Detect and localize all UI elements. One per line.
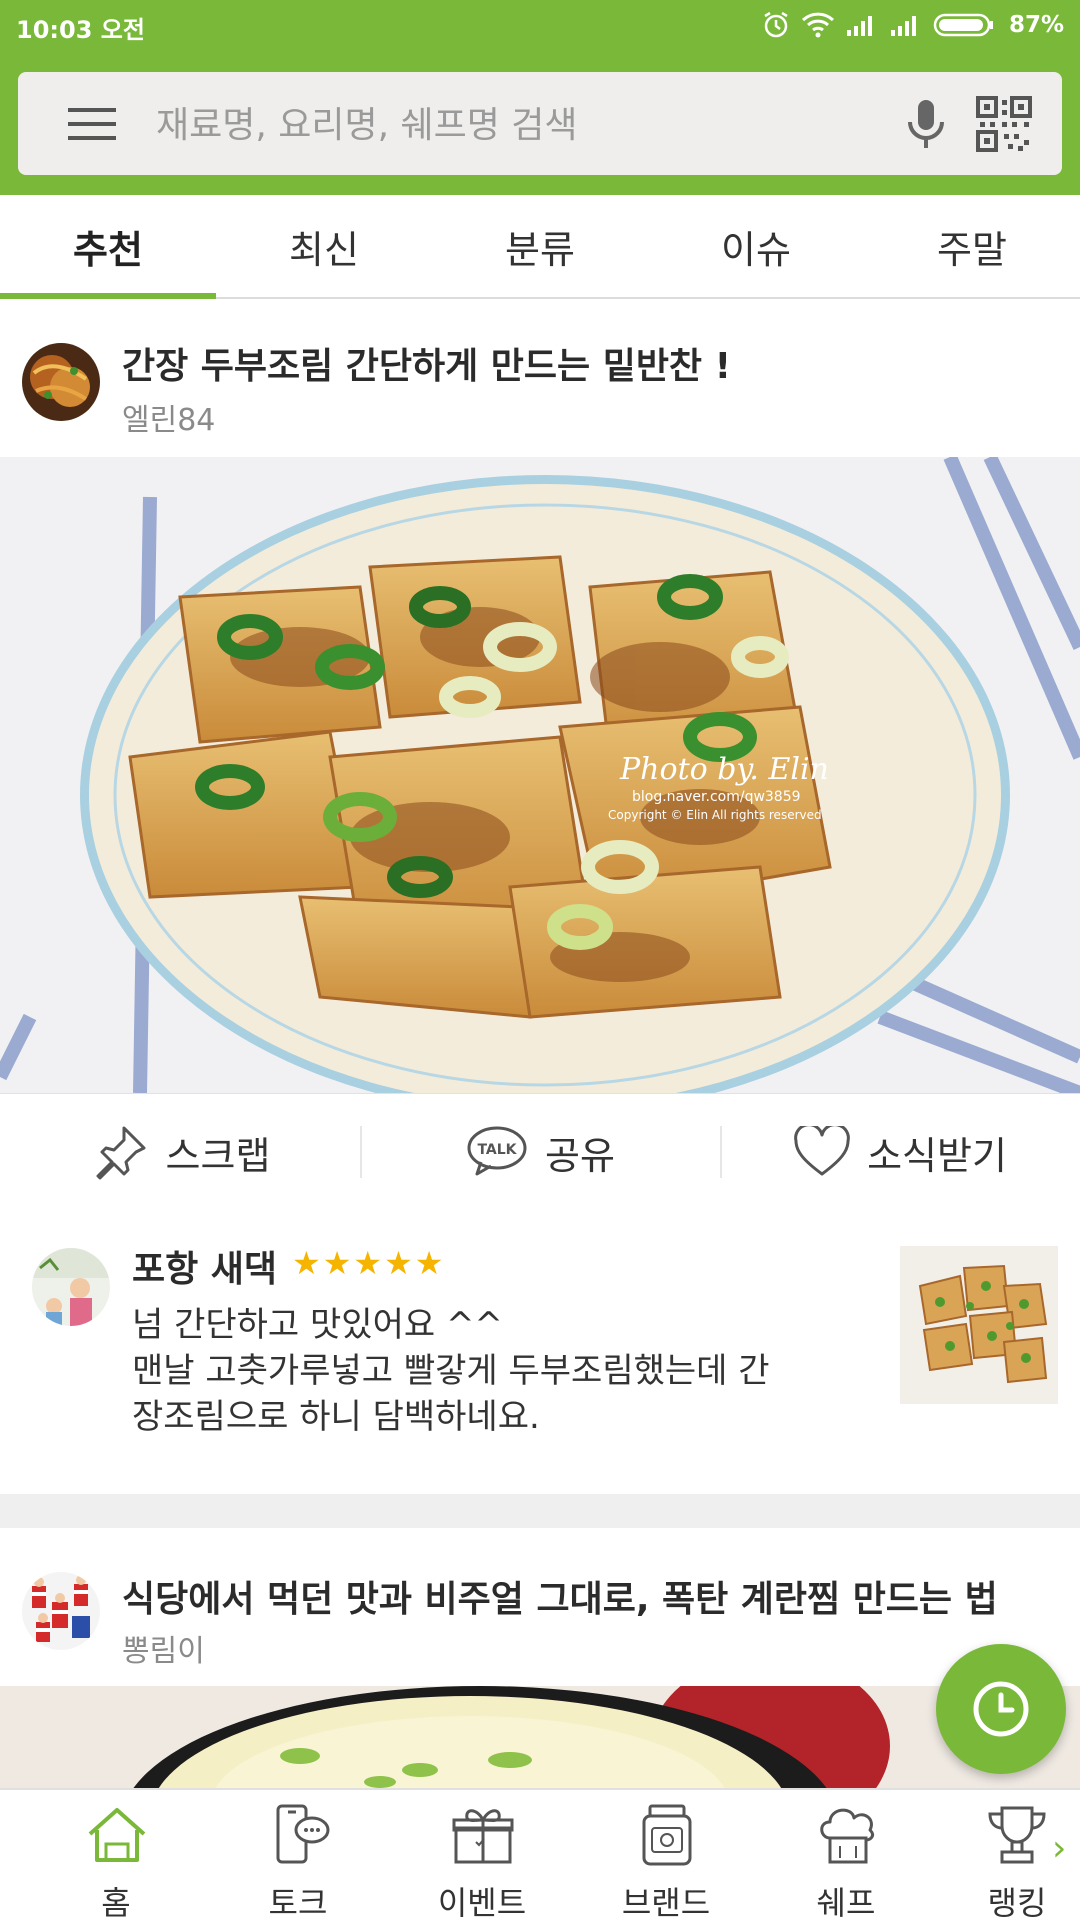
nav-chef[interactable]: 쉐프 [776, 1798, 916, 1922]
recent-history-button[interactable] [936, 1644, 1066, 1774]
review-text: 넘 간단하고 맛있어요 ^^ 맨날 고춧가루넣고 빨갛게 두부조림했는데 간 장… [132, 1302, 872, 1440]
chevron-right-icon[interactable]: › [1052, 1828, 1066, 1869]
status-icons: 87% [761, 10, 1064, 40]
wifi-icon [801, 12, 834, 38]
heart-icon [794, 1126, 850, 1176]
section-divider [0, 1494, 1080, 1528]
qr-code-icon[interactable] [974, 94, 1034, 154]
nav-label: 홈 [101, 1884, 131, 1922]
hamburger-menu-icon[interactable] [66, 104, 118, 144]
follow-button[interactable]: 소식받기 [720, 1094, 1080, 1210]
rating-stars: ★★★★★ [292, 1244, 446, 1282]
scrap-label: 스크랩 [165, 1133, 271, 1178]
microphone-icon[interactable] [896, 94, 956, 154]
review-line: 넘 간단하고 맛있어요 ^^ [132, 1305, 503, 1345]
author-avatar[interactable] [22, 343, 100, 421]
post-title[interactable]: 식당에서 먹던 맛과 비주얼 그대로, 폭탄 계란찜 만드는 법 [122, 1570, 998, 1622]
nav-label: 쉐프 [816, 1884, 876, 1922]
chef-hat-icon [820, 1808, 874, 1864]
tab-latest[interactable]: 최신 [216, 195, 432, 297]
post-author[interactable]: 엘린84 [122, 395, 215, 439]
reviewer-avatar[interactable] [32, 1248, 110, 1326]
trophy-icon [988, 1806, 1046, 1864]
kakaotalk-icon: TALK [467, 1126, 527, 1176]
tab-issue[interactable]: 이슈 [648, 195, 864, 297]
scrap-button[interactable]: 스크랩 [0, 1094, 360, 1210]
signal-icon [890, 16, 916, 36]
post-title[interactable]: 간장 두부조림 간단하게 만드는 밑반찬 ! [122, 337, 731, 389]
nav-label: 이벤트 [437, 1884, 527, 1922]
bottom-navigation: 홈 토크 이벤트 브랜드 쉐프 랭킹 › [0, 1788, 1080, 1922]
photo-watermark-copyright: Copyright © Elin All rights reserved [608, 808, 822, 822]
post-header[interactable]: 식당에서 먹던 맛과 비주얼 그대로, 폭탄 계란찜 만드는 법 뽕림이 [0, 1528, 1080, 1678]
review-line: 맨날 고춧가루넣고 빨갛게 두부조림했는데 간 [132, 1351, 770, 1391]
review-photo[interactable] [900, 1246, 1058, 1404]
clock-icon [973, 1681, 1029, 1737]
search-bar [18, 72, 1062, 175]
photo-watermark-title: Photo by. Elin [619, 752, 829, 787]
pin-icon [96, 1126, 146, 1180]
reviewer-name: 포항 새댁 [132, 1249, 278, 1290]
author-avatar[interactable] [22, 1572, 100, 1650]
share-button[interactable]: TALK 공유 [360, 1094, 720, 1210]
post-header[interactable]: 간장 두부조림 간단하게 만드는 밑반찬 ! 엘린84 [0, 299, 1080, 449]
status-bar: 10:03 오전 87% [0, 0, 1080, 52]
home-icon [88, 1808, 146, 1862]
post-actions: 스크랩 TALK 공유 소식받기 [0, 1093, 1080, 1211]
tab-category[interactable]: 분류 [432, 195, 648, 297]
talk-badge: TALK [477, 1142, 517, 1158]
nav-talk[interactable]: 토크 [228, 1798, 368, 1922]
share-label: 공유 [545, 1133, 615, 1178]
nav-label: 토크 [268, 1884, 328, 1922]
alarm-icon [764, 11, 788, 38]
tab-recommended[interactable]: 추천 [0, 195, 216, 299]
search-input[interactable] [154, 92, 878, 158]
jar-icon [642, 1804, 692, 1866]
post-author[interactable]: 뽕림이 [122, 1626, 205, 1670]
review-item[interactable]: 포항 새댁 ★★★★★ 넘 간단하고 맛있어요 ^^ 맨날 고춧가루넣고 빨갛게… [0, 1210, 1080, 1492]
nav-label: 랭킹 [987, 1884, 1047, 1922]
nav-brand[interactable]: 브랜드 [596, 1798, 736, 1922]
review-line: 장조림으로 하니 담백하네요. [132, 1397, 540, 1437]
nav-home[interactable]: 홈 [46, 1798, 186, 1922]
nav-event[interactable]: 이벤트 [412, 1798, 552, 1922]
status-time: 10:03 오전 [16, 16, 145, 44]
signal-icon [846, 16, 872, 36]
recipe-photo[interactable] [0, 1686, 1080, 1788]
recipe-photo[interactable]: Photo by. Elin blog.naver.com/qw3859 Cop… [0, 457, 1080, 1093]
photo-watermark-url: blog.naver.com/qw3859 [632, 789, 801, 805]
battery-icon [933, 13, 993, 37]
tab-weekend[interactable]: 주말 [864, 195, 1080, 297]
nav-label: 브랜드 [621, 1884, 711, 1922]
gift-icon [452, 1809, 514, 1864]
category-tabs: 추천 최신 분류 이슈 주말 [0, 195, 1080, 299]
battery-percent: 87% [1008, 12, 1064, 38]
follow-label: 소식받기 [867, 1133, 1007, 1178]
phone-chat-icon [276, 1804, 330, 1864]
